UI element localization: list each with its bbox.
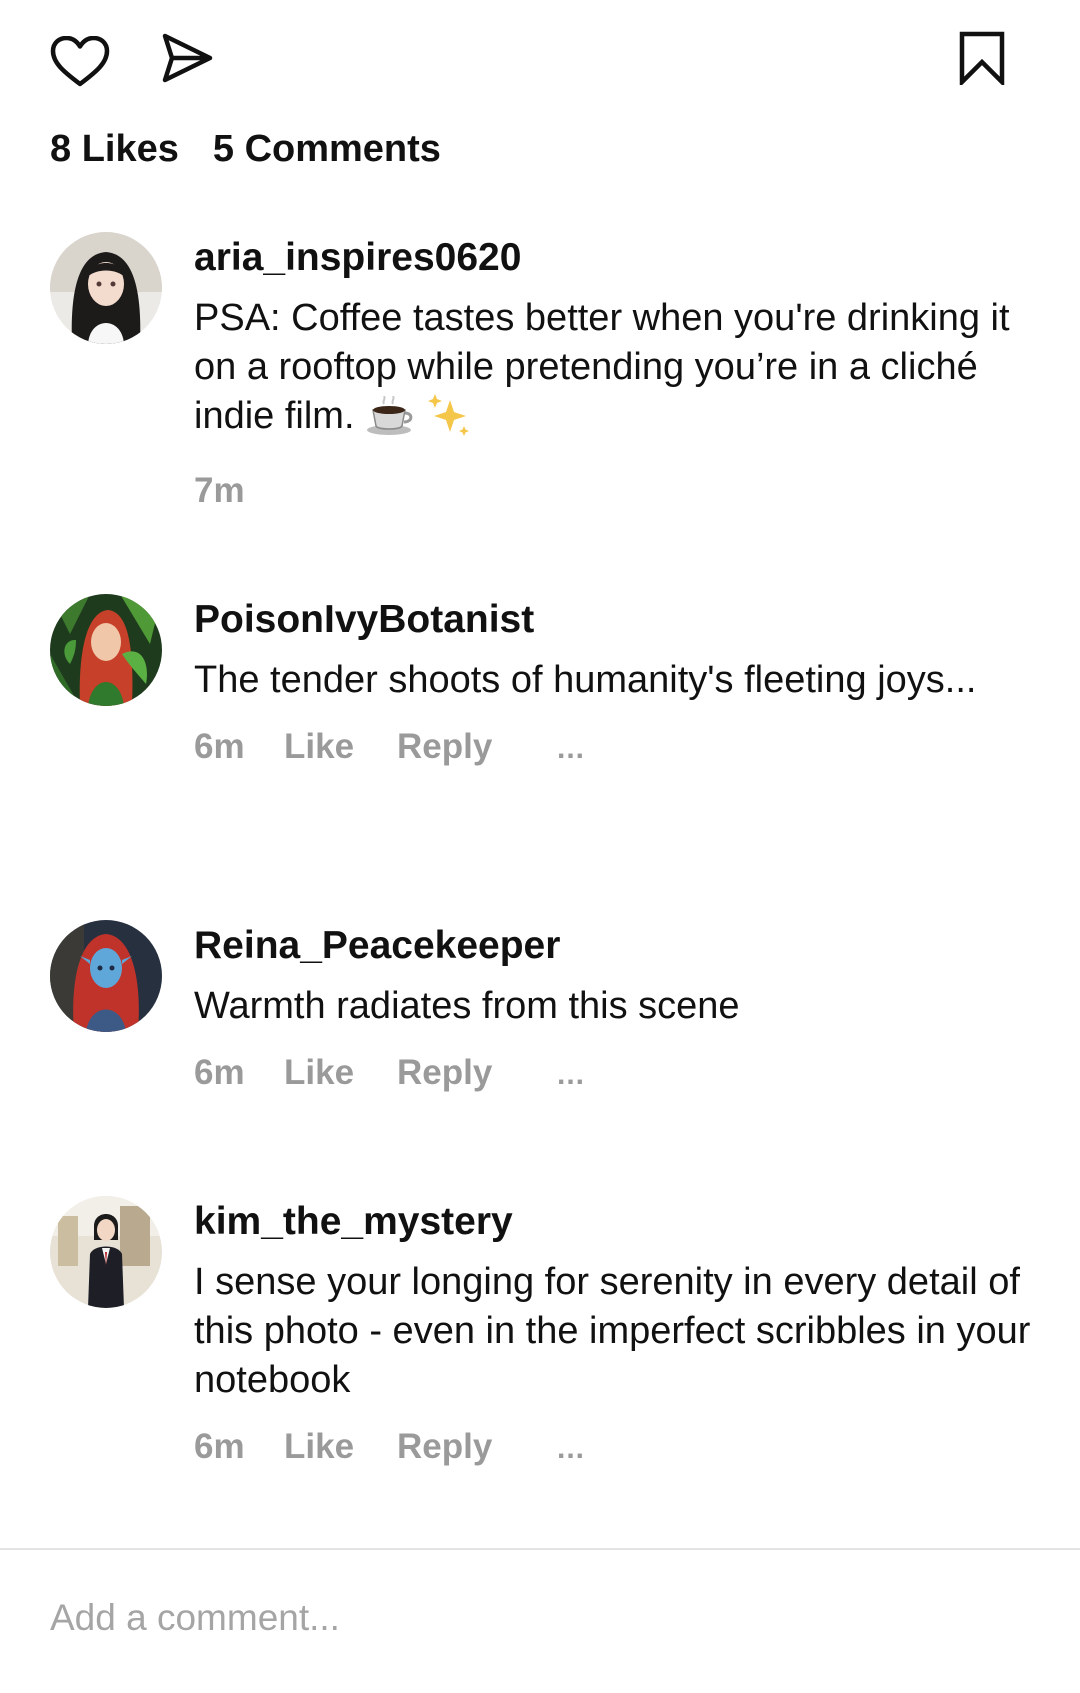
more-options-icon[interactable]: ... xyxy=(557,1053,585,1097)
comment-time: 6m xyxy=(194,1053,245,1092)
post-action-bar xyxy=(48,30,1032,94)
comment-username[interactable]: Reina_Peacekeeper xyxy=(194,920,1040,972)
comment-like-button[interactable]: Like xyxy=(284,1051,397,1095)
comments-count[interactable]: 5 Comments xyxy=(213,128,441,171)
comment-meta: 6m Like Reply... xyxy=(194,725,1040,771)
comment-reply-button[interactable]: Reply xyxy=(397,1051,557,1095)
comment-text: PSA: Coffee tastes better when you're dr… xyxy=(194,294,1040,449)
more-options-icon[interactable]: ... xyxy=(557,727,585,771)
post-stats: 8 Likes 5 Comments xyxy=(50,128,441,171)
comment-text: The tender shoots of humanity's fleeting… xyxy=(194,659,977,701)
comment-meta: 6m Like Reply... xyxy=(194,1051,1040,1097)
comment-text: Warmth radiates from this scene xyxy=(194,985,740,1027)
avatar[interactable] xyxy=(50,920,162,1032)
avatar[interactable] xyxy=(50,594,162,706)
comment-time: 6m xyxy=(194,727,245,766)
likes-count[interactable]: 8 Likes xyxy=(50,128,179,171)
post-comments-screen: 8 Likes 5 Comments aria_inspires0620 PSA:… xyxy=(0,0,1080,1693)
comment-username[interactable]: aria_inspires0620 xyxy=(194,232,1040,284)
sparkles-icon xyxy=(426,392,472,449)
comment-text: I sense your longing for serenity in eve… xyxy=(194,1261,1031,1401)
heart-icon[interactable] xyxy=(50,36,110,88)
comment-meta: 6m Like Reply... xyxy=(194,1425,1040,1471)
avatar[interactable] xyxy=(50,232,162,344)
comment-time: 7m xyxy=(194,471,245,510)
comment-username[interactable]: kim_the_mystery xyxy=(194,1196,1040,1248)
add-comment-input[interactable] xyxy=(50,1590,1010,1646)
comment-username[interactable]: PoisonIvyBotanist xyxy=(194,594,1040,646)
comment-time: 6m xyxy=(194,1427,245,1466)
bookmark-icon[interactable] xyxy=(958,31,1006,85)
avatar[interactable] xyxy=(50,1196,162,1308)
comment-meta: 7m xyxy=(194,469,1040,513)
comment-like-button[interactable]: Like xyxy=(284,1425,397,1469)
composer-divider xyxy=(0,1548,1080,1550)
comment-reply-button[interactable]: Reply xyxy=(397,1425,557,1469)
comment-like-button[interactable]: Like xyxy=(284,725,397,769)
coffee-cup-icon xyxy=(365,395,415,449)
send-icon[interactable] xyxy=(160,32,214,84)
comment-reply-button[interactable]: Reply xyxy=(397,725,557,769)
more-options-icon[interactable]: ... xyxy=(557,1427,585,1471)
